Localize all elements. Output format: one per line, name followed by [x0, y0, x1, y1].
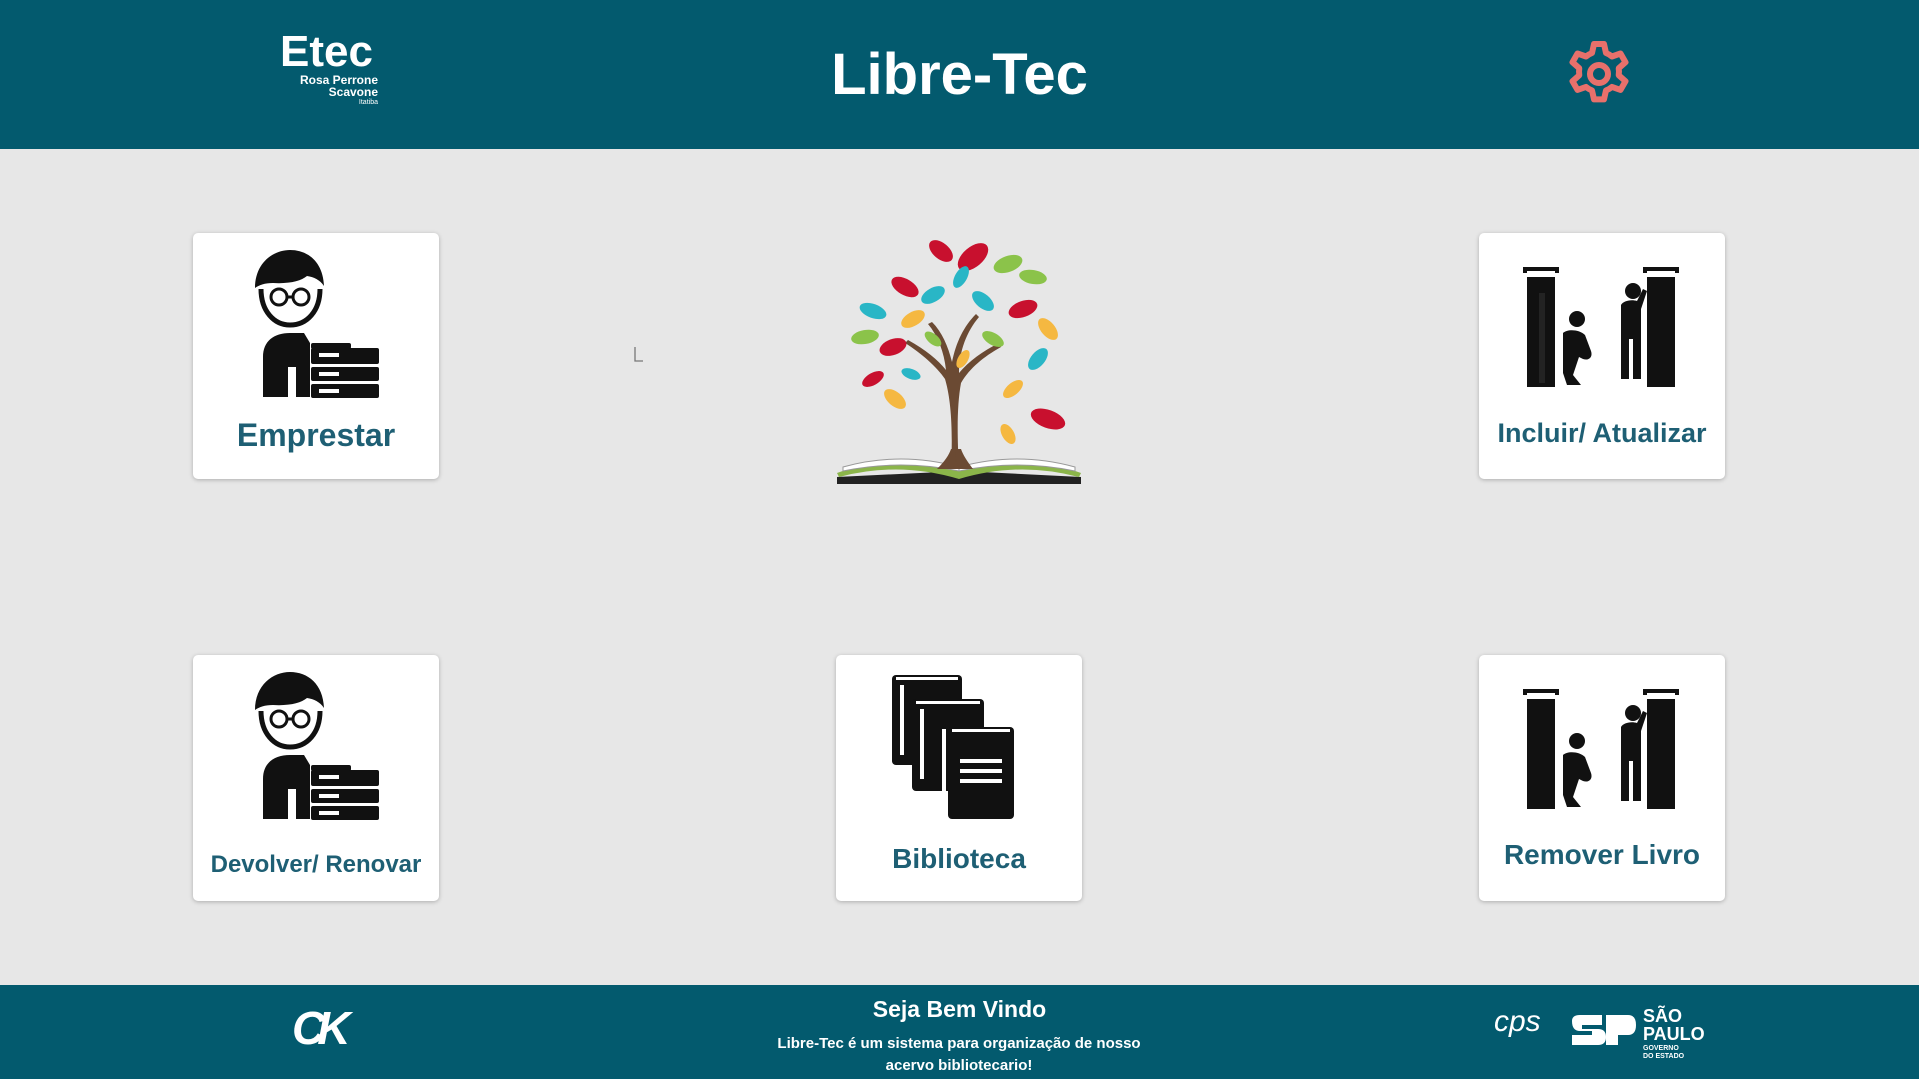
- incluir-atualizar-label: Incluir/ Atualizar: [1497, 418, 1707, 448]
- tree-book-logo: [837, 240, 1081, 484]
- sao-paulo-text: SÃO PAULO: [1643, 1007, 1705, 1043]
- main-menu: Emprestar Incluir/ Atualizar Devolver/ R…: [0, 149, 1919, 985]
- emprestar-label: Emprestar: [236, 417, 396, 453]
- remover-livro-label: Remover Livro: [1503, 839, 1701, 870]
- governo-text: GOVERNO DO ESTADO: [1643, 1045, 1693, 1061]
- governo-line2: DO ESTADO: [1643, 1053, 1685, 1060]
- librarian-lending-icon: [255, 250, 379, 398]
- devolver-renovar-label: Devolver/ Renovar: [210, 851, 422, 878]
- settings-button[interactable]: [1563, 38, 1635, 110]
- app-header: Etec Rosa Perrone Scavone Itatiba Libre-…: [0, 0, 1919, 149]
- librarian-returning-icon: [255, 672, 379, 820]
- remover-livro-card[interactable]: Remover Livro: [1479, 655, 1725, 901]
- app-footer: CK Seja Bem Vindo Libre-Tec é um sistema…: [0, 985, 1919, 1079]
- cps-logo-mark: cps: [1494, 1005, 1541, 1038]
- sao-paulo-line2: PAULO: [1643, 1024, 1705, 1044]
- gear-icon: [1569, 41, 1629, 103]
- welcome-text: Libre-Tec é um sistema para organização …: [777, 1035, 1141, 1074]
- bookshelf-workers-icon: [1523, 267, 1679, 387]
- cps-logo: cps: [1494, 1007, 1541, 1037]
- biblioteca-card[interactable]: Biblioteca: [836, 655, 1082, 901]
- sp-emblem-icon: [1572, 1015, 1636, 1045]
- governo-line1: GOVERNO: [1643, 1045, 1679, 1052]
- biblioteca-label: Biblioteca: [892, 843, 1026, 874]
- incluir-atualizar-card[interactable]: Incluir/ Atualizar: [1479, 233, 1725, 479]
- books-stack-icon: [892, 675, 1014, 819]
- sao-paulo-line1: SÃO: [1643, 1006, 1683, 1026]
- devolver-renovar-card[interactable]: Devolver/ Renovar: [193, 655, 439, 901]
- bookshelf-workers-icon: [1523, 689, 1679, 809]
- sao-paulo-logo: SÃO PAULO GOVERNO DO ESTADO: [1570, 1007, 1710, 1067]
- mouse-cursor-icon: [634, 347, 643, 362]
- emprestar-card[interactable]: Emprestar: [193, 233, 439, 479]
